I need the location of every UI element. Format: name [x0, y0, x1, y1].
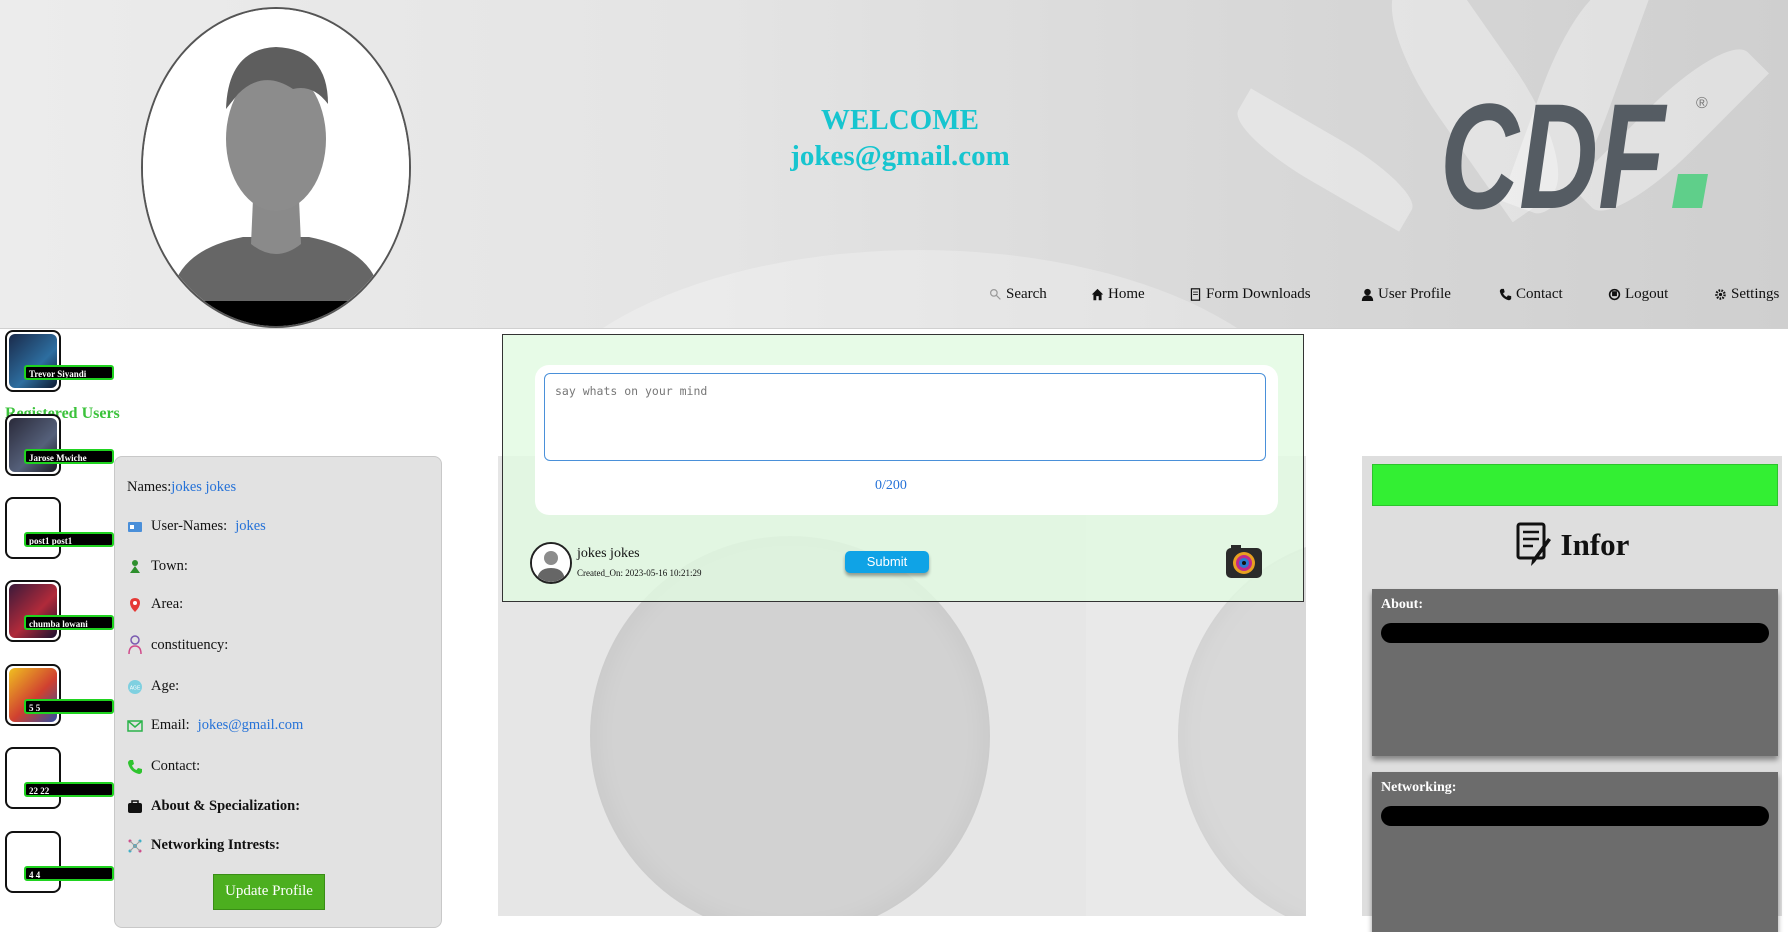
age-label: Age: [151, 678, 180, 694]
nav-form-downloads[interactable]: Form Downloads [1189, 286, 1311, 303]
user-icon [1361, 288, 1374, 301]
username-value: jokes [235, 518, 266, 534]
char-counter: 0/200 [875, 478, 907, 493]
profile-contact-row: Contact: [127, 758, 200, 775]
town-label: Town: [151, 558, 188, 574]
networking-block-bar [1381, 806, 1769, 826]
user-name: 22 22 [24, 782, 114, 797]
update-profile-button[interactable]: Update Profile [213, 874, 325, 910]
nav-contact[interactable]: Contact [1499, 286, 1563, 303]
profile-area-row: Area: [127, 596, 183, 613]
logout-icon [1608, 288, 1621, 301]
user-card[interactable]: 4 4 [5, 831, 114, 893]
user-name: 5 5 [24, 699, 114, 714]
area-label: Area: [151, 596, 184, 612]
poster-name: jokes jokes [577, 546, 640, 561]
user-name: chumba lowani [24, 615, 114, 630]
nav-form-downloads-label: Form Downloads [1206, 286, 1311, 302]
profile-town-row: Town: [127, 558, 188, 575]
user-name: post1 post1 [24, 532, 114, 547]
logo-letters: CDF [1440, 86, 1667, 216]
user-card[interactable]: Jarose Mwiche [5, 414, 114, 476]
profile-username-row: User-Names: jokes [127, 518, 266, 535]
id-card-icon [128, 521, 142, 532]
search-icon [990, 289, 1001, 300]
names-value: jokes jokes [171, 479, 237, 495]
nav-search-label: Search [1006, 286, 1047, 302]
profile-constituency-row: constituency: [127, 635, 228, 655]
svg-text:AGE: AGE [130, 685, 141, 691]
user-name: Trevor Siyandi [24, 365, 114, 380]
profile-panel: Names:jokes jokes User-Names: jokes Town… [114, 456, 442, 928]
networking-block: Networking: [1372, 772, 1778, 932]
nav-settings[interactable]: Settings [1714, 286, 1779, 303]
profile-about-row: About & Specialization: [127, 798, 300, 815]
post-input-card: say whats on your mind 0/200 [535, 365, 1278, 515]
user-card[interactable]: Trevor Siyandi [5, 330, 114, 392]
poster-avatar [530, 542, 572, 584]
about-label: About & Specialization: [151, 798, 301, 814]
submit-button[interactable]: Submit [845, 551, 929, 573]
home-icon [1091, 288, 1104, 301]
infor-green-bar [1372, 464, 1778, 506]
user-card[interactable]: post1 post1 [5, 497, 114, 559]
constituency-label: constituency: [151, 636, 229, 653]
nav-settings-label: Settings [1731, 286, 1780, 302]
camera-icon[interactable] [1225, 544, 1263, 580]
nav-home-label: Home [1108, 286, 1145, 302]
about-block-bar [1381, 623, 1769, 643]
age-icon: AGE [128, 679, 142, 694]
user-name: 4 4 [24, 866, 114, 881]
infor-title-text: Infor [1560, 527, 1630, 562]
constituency-icon [128, 635, 142, 655]
about-block-label: About: [1381, 597, 1424, 612]
contact-label: Contact: [151, 758, 201, 774]
gear-icon [1715, 289, 1726, 300]
email-value[interactable]: jokes@gmail.com [198, 717, 304, 734]
map-pin-icon [130, 597, 140, 612]
document-edit-icon [1516, 522, 1551, 566]
welcome-line: WELCOME [821, 104, 979, 136]
post-textarea[interactable]: say whats on your mind [544, 373, 1266, 461]
document-icon [1190, 288, 1201, 301]
nav-contact-label: Contact [1516, 286, 1563, 302]
mail-icon [127, 719, 143, 732]
about-block: About: [1372, 589, 1778, 756]
profile-networking-row: Networking Intrests: [127, 837, 280, 854]
header-banner: WELCOME jokes@gmail.com CDF ® Search Hom… [0, 0, 1788, 329]
briefcase-icon [128, 799, 142, 813]
logo-registered-mark: ® [1696, 95, 1708, 112]
nav-logout[interactable]: Logout [1608, 286, 1668, 303]
nav-search[interactable]: Search [989, 286, 1047, 303]
welcome-text: WELCOME jokes@gmail.com [760, 102, 1040, 174]
person-pin-icon [130, 559, 140, 573]
user-card[interactable]: 22 22 [5, 747, 114, 809]
nav-home[interactable]: Home [1091, 286, 1145, 303]
infor-title: Infor [1362, 522, 1782, 568]
cdf-logo: CDF ® [1440, 72, 1710, 240]
infor-panel: Infor About: Networking: [1362, 456, 1782, 932]
phone-icon [128, 759, 142, 774]
post-composer: say whats on your mind 0/200 jokes jokes… [502, 334, 1304, 602]
network-icon [128, 839, 142, 852]
nav-logout-label: Logout [1625, 286, 1669, 302]
user-card[interactable]: chumba lowani [5, 580, 114, 642]
welcome-email: jokes@gmail.com [790, 140, 1010, 172]
nav-user-profile[interactable]: User Profile [1361, 286, 1451, 303]
post-created-date: Created_On: 2023-05-16 10:21:29 [577, 568, 702, 578]
profile-avatar [141, 7, 411, 328]
names-label: Names: [127, 479, 172, 495]
profile-email-row: Email: jokes@gmail.com [127, 717, 303, 734]
profile-names-row: Names:jokes jokes [127, 479, 236, 496]
phone-icon [1499, 288, 1512, 301]
nav-user-profile-label: User Profile [1378, 286, 1451, 302]
email-label: Email: [151, 717, 190, 733]
networking-label: Networking Intrests: [151, 837, 281, 853]
profile-age-row: AGE Age: [127, 678, 179, 695]
user-name: Jarose Mwiche [24, 449, 114, 464]
username-label: User-Names: [151, 518, 228, 534]
user-card[interactable]: 5 5 [5, 664, 114, 726]
networking-block-label: Networking: [1381, 780, 1457, 795]
